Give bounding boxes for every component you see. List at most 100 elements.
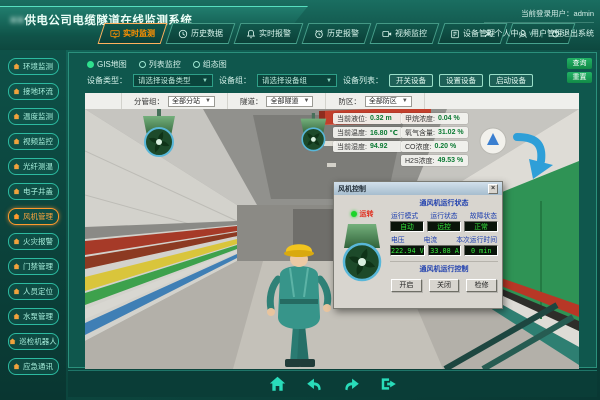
tab-history-data[interactable]: 历史数据 <box>166 23 236 44</box>
query-button[interactable]: 查询 <box>567 58 592 69</box>
h2s-readout: H2S浓度:49.53 % <box>401 155 468 166</box>
main-panel: GIS地图 列表监控 组态图 设备类型： 请选择设备类型▼ 设备组： 请选择设备… <box>68 52 597 368</box>
device-type-select[interactable]: 请选择设备类型▼ <box>133 74 213 87</box>
device-icon <box>450 29 460 39</box>
chevron-down-icon: ▼ <box>205 98 211 104</box>
fan-control-header: 通风机运行控制 <box>390 264 498 274</box>
radio-dot-icon <box>193 61 200 68</box>
tab-video-monitor[interactable]: 视频监控 <box>370 23 440 44</box>
house-icon <box>13 63 20 70</box>
clock-icon <box>178 29 188 39</box>
device-list-label: 设备列表： <box>343 75 383 86</box>
bottom-bar <box>68 370 597 397</box>
sidebar-item-emergency-comm[interactable]: 应急通讯 <box>8 358 59 375</box>
house-icon <box>13 288 20 295</box>
house-icon <box>13 363 20 370</box>
radio-dot-icon <box>87 61 94 68</box>
house-icon <box>13 138 20 145</box>
zone-filter-group: 防区： 全部防区▼ <box>326 93 424 109</box>
sensor-readouts-right: 甲烷浓度:0.04 % 氧气含量:31.02 % CO浓度:0.20 % H2S… <box>401 113 468 166</box>
tab-history-alarm[interactable]: 历史报警 <box>302 23 372 44</box>
radio-gis-map[interactable]: GIS地图 <box>87 59 127 70</box>
close-icon[interactable]: × <box>488 184 498 194</box>
wall-sign <box>480 128 506 154</box>
device-group-label: 设备组： <box>219 75 251 86</box>
viewport-3d: 分管组： 全部分站▼ 隧道： 全部隧道▼ 防区： 全部防区▼ <box>85 93 579 369</box>
chevron-down-icon: ▼ <box>202 78 208 84</box>
tab-realtime-alarm[interactable]: 实时报警 <box>234 23 304 44</box>
running-indicator: 运转 <box>351 209 374 219</box>
dialog-titlebar[interactable]: 风机控制 × <box>334 182 502 195</box>
temperature-readout: 当前温度:16.80 ℃ <box>333 127 402 138</box>
house-icon <box>13 163 20 170</box>
sidebar-item-temperature[interactable]: 温度监测 <box>8 108 59 125</box>
home-button[interactable] <box>267 375 288 393</box>
house-icon <box>13 263 20 270</box>
station-select[interactable]: 全部分站▼ <box>168 96 215 107</box>
home-icon <box>267 375 288 393</box>
personal-center-link[interactable]: 个人中心 ∨ <box>484 28 533 39</box>
tunnel-3d-scene[interactable]: 当前液位:0.32 m 当前温度:16.80 ℃ 当前湿度:94.92 甲烷浓度… <box>85 109 579 369</box>
green-led-icon <box>351 211 357 217</box>
house-icon <box>13 213 20 220</box>
runtime-value: 0 min <box>464 245 498 256</box>
ceiling-fan[interactable] <box>143 109 175 156</box>
divider <box>390 261 498 262</box>
fan-overhaul-button[interactable]: 检修 <box>466 279 497 292</box>
alarm-clock-icon <box>314 29 324 39</box>
monitor-chart-icon <box>110 29 120 39</box>
sidebar-item-access-control[interactable]: 门禁管理 <box>8 258 59 275</box>
bell-icon <box>246 29 256 39</box>
radio-list-monitor[interactable]: 列表监控 <box>139 59 181 70</box>
back-button[interactable] <box>304 375 325 393</box>
chevron-down-icon: ∨ <box>529 30 533 37</box>
chevron-down-icon: ▼ <box>303 98 309 104</box>
house-icon <box>13 238 20 245</box>
sidebar-item-fiber-temp[interactable]: 光纤测温 <box>8 158 59 175</box>
sidebar-item-ground-current[interactable]: 接地环流 <box>8 83 59 100</box>
fan-control-dialog: 风机控制 × 运转 <box>333 181 503 309</box>
device-type-label: 设备类型： <box>87 75 127 86</box>
panel-action-buttons: 查询 重置 <box>567 58 592 83</box>
sidebar-item-fan-manage[interactable]: 风机管理 <box>8 208 59 225</box>
tab-realtime-monitor[interactable]: 实时监测 <box>98 23 168 44</box>
current-value: 33.08 A <box>428 245 462 256</box>
start-device-button[interactable]: 启动设备 <box>489 74 533 87</box>
radio-scada-view[interactable]: 组态图 <box>193 59 227 70</box>
redo-arrow-icon <box>341 375 362 393</box>
house-icon <box>13 188 20 195</box>
header: ××供电公司电缆隧道在线监测系统 实时监测 历史数据 实时报警 历史报警 视频监… <box>0 0 600 50</box>
device-group-select[interactable]: 请选择设备组▼ <box>257 74 337 87</box>
house-icon <box>13 88 20 95</box>
chevron-down-icon: ▼ <box>326 78 332 84</box>
switch-device-button[interactable]: 开关设备 <box>389 74 433 87</box>
tunnel-select[interactable]: 全部隧道▼ <box>266 96 313 107</box>
fault-state-value: 正常 <box>464 221 498 232</box>
sidebar-item-personnel-location[interactable]: 人员定位 <box>8 283 59 300</box>
forward-button[interactable] <box>341 375 362 393</box>
humidity-readout: 当前湿度:94.92 <box>333 141 402 152</box>
exit-button[interactable] <box>378 375 399 393</box>
undo-arrow-icon <box>304 375 325 393</box>
sidebar-item-fire-alarm[interactable]: 火灾报警 <box>8 233 59 250</box>
house-icon <box>13 313 20 320</box>
reset-button[interactable]: 重置 <box>567 72 592 83</box>
electric-labels-row: 电压电流本次运行时间 <box>390 234 498 244</box>
fan-stop-button[interactable]: 关闭 <box>429 279 460 292</box>
zone-select[interactable]: 全部防区▼ <box>365 96 412 107</box>
set-device-button[interactable]: 设置设备 <box>439 74 483 87</box>
sidebar-item-inspection-robot[interactable]: 巡检机器人 <box>8 333 59 350</box>
co-readout: CO浓度:0.20 % <box>401 141 468 152</box>
house-icon <box>13 113 20 120</box>
ceiling-fan[interactable] <box>301 113 327 151</box>
logout-link[interactable]: 退出系统 <box>551 28 594 39</box>
fan-start-button[interactable]: 开启 <box>391 279 422 292</box>
sidebar-item-environment[interactable]: 环境监测 <box>8 58 59 75</box>
sidebar-item-video[interactable]: 视频监控 <box>8 133 59 150</box>
sidebar-item-pump-manage[interactable]: 水泵管理 <box>8 308 59 325</box>
status-values-row: 自动 远控 正常 <box>390 221 498 232</box>
sensor-readouts-left: 当前液位:0.32 m 当前温度:16.80 ℃ 当前湿度:94.92 <box>333 113 402 152</box>
redacted-company-name: ×× <box>10 15 24 27</box>
sidebar-item-manhole-cover[interactable]: 电子井盖 <box>8 183 59 200</box>
user-area: 当前登录用户：admin 个人中心 ∨ | 退出系统 <box>484 8 594 39</box>
